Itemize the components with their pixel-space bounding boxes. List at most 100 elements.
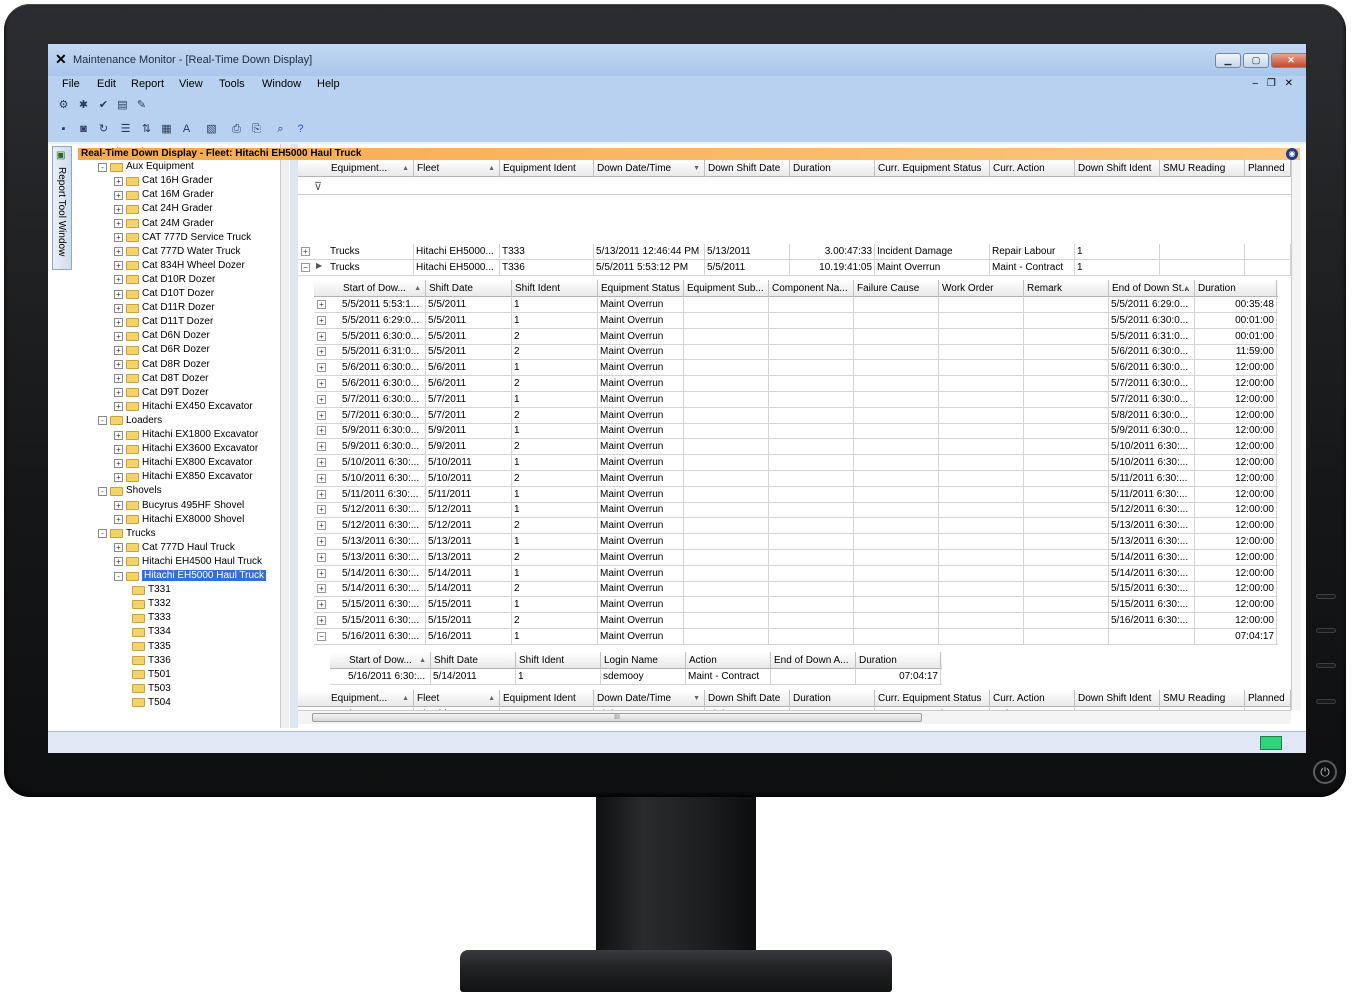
expander-icon[interactable]: + <box>114 360 123 369</box>
tree-node[interactable]: - Aux Equipment <box>98 160 194 174</box>
expander-icon[interactable]: - <box>98 529 107 539</box>
power-icon[interactable]: ⏻ <box>1313 760 1337 784</box>
tree-node[interactable]: + Cat 777D Haul Truck <box>114 541 235 555</box>
expand-row-icon[interactable]: − <box>317 631 326 641</box>
expand-row-icon[interactable]: + <box>317 537 326 546</box>
expander-icon[interactable]: + <box>114 303 123 313</box>
expander-icon[interactable]: - <box>98 486 107 496</box>
expander-icon[interactable]: + <box>114 345 123 355</box>
tree-node[interactable]: T332 <box>132 597 171 611</box>
column-header[interactable]: Down Shift Ident <box>1075 160 1160 177</box>
detail-row[interactable]: +5/13/2011 6:30:... 5/13/2011 1 Maint Overr… <box>314 534 1278 550</box>
column-header[interactable]: SMU Reading <box>1160 690 1245 707</box>
tree-node[interactable]: + Cat D6R Dozer <box>114 343 210 357</box>
tree-node[interactable]: + Cat D11R Dozer <box>114 301 215 315</box>
tree-node[interactable]: + Hitachi EX8000 Shovel <box>114 513 244 527</box>
detail-row[interactable]: +5/5/2011 6:31:0... 5/5/2011 2 Maint Overru… <box>314 344 1278 361</box>
expander-icon[interactable]: - <box>98 416 107 426</box>
column-header[interactable]: Duration <box>856 652 941 669</box>
detail-row[interactable]: +5/11/2011 6:30:... 5/11/2011 1 Maint Overr… <box>314 486 1278 503</box>
expand-row-icon[interactable]: + <box>317 568 326 578</box>
close-button[interactable]: ✕ <box>1271 53 1306 68</box>
expander-icon[interactable]: - <box>98 162 107 172</box>
detail-row[interactable]: +5/10/2011 6:30:... 5/10/2011 2 Maint Overr… <box>314 470 1278 487</box>
expander-icon[interactable]: + <box>114 190 123 200</box>
scroll-thumb[interactable]: III <box>312 713 922 722</box>
expand-row-icon[interactable]: + <box>301 247 310 256</box>
detail-row[interactable]: +5/7/2011 6:30:0... 5/7/2011 1 Maint Overru… <box>314 391 1278 408</box>
column-header[interactable]: Component Na... <box>769 280 854 297</box>
filter-row[interactable]: ⊽ <box>298 178 1291 195</box>
tree-node[interactable]: T504 <box>132 696 171 710</box>
column-header[interactable]: Down Shift Date <box>705 690 790 707</box>
column-header[interactable]: Duration <box>790 690 875 707</box>
column-header[interactable]: Equipment... ▲ <box>328 690 414 707</box>
tree-node[interactable]: T335 <box>132 640 171 654</box>
column-header[interactable]: Shift Date <box>431 652 516 669</box>
report-tool-window-tab[interactable]: ▣ Report Tool Window <box>52 146 72 270</box>
print-preview-icon[interactable]: ⎙ <box>229 122 244 137</box>
detail-row[interactable]: +5/9/2011 6:30:0... 5/9/2011 2 Maint Overru… <box>314 439 1278 456</box>
tree-node[interactable]: + Cat D11T Dozer <box>114 315 213 329</box>
expander-icon[interactable]: + <box>114 557 123 567</box>
expand-row-icon[interactable]: + <box>317 521 326 531</box>
expander-icon[interactable]: + <box>114 430 123 440</box>
detail-row[interactable]: +5/7/2011 6:30:0... 5/7/2011 2 Maint Overru… <box>314 407 1278 424</box>
expander-icon[interactable]: + <box>114 374 123 384</box>
expander-icon[interactable]: + <box>114 458 123 468</box>
expand-row-icon[interactable]: + <box>317 489 326 499</box>
mdi-child-controls[interactable]: ‒ ❐ ✕ <box>1253 78 1296 89</box>
tree-node[interactable]: T331 <box>132 583 171 597</box>
column-header[interactable]: Curr. Action <box>990 160 1075 177</box>
expand-row-icon[interactable]: + <box>317 584 326 594</box>
tree-node[interactable]: + Hitachi EX450 Excavator <box>114 400 253 414</box>
detail-row[interactable]: +5/15/2011 6:30:... 5/15/2011 1 Maint Overr… <box>314 597 1278 614</box>
column-header[interactable]: Start of Dow... ▲ <box>340 280 426 297</box>
minimize-button[interactable]: ▁ <box>1215 53 1241 68</box>
expander-icon[interactable]: + <box>114 543 123 553</box>
column-header[interactable]: Planned <box>1245 690 1291 707</box>
column-header[interactable]: End of Down A... <box>771 652 856 669</box>
tree-node[interactable]: T334 <box>132 625 171 639</box>
save-icon[interactable]: ▪ <box>56 122 71 137</box>
tree-node[interactable]: + Hitachi EH4500 Haul Truck <box>114 555 262 569</box>
expander-icon[interactable]: + <box>114 219 123 228</box>
tree-node[interactable]: + Cat D8T Dozer <box>114 372 209 386</box>
column-header[interactable]: Down Date/Time ▼ <box>594 690 705 707</box>
audit-row[interactable]: 5/16/2011 6:30:... 5/14/2011 1 sdemooy Maint… <box>330 669 942 685</box>
column-header[interactable]: Shift Date <box>426 280 512 297</box>
column-header[interactable]: Start of Dow... ▲ <box>346 652 431 669</box>
tree-node[interactable]: + Cat D10R Dozer <box>114 273 215 287</box>
expander-icon[interactable]: + <box>114 515 123 525</box>
grid-vertical-scrollbar[interactable] <box>1291 160 1301 710</box>
layout-icon[interactable]: ▧ <box>204 122 219 137</box>
expand-row-icon[interactable]: + <box>317 616 326 625</box>
tree-node[interactable]: + Cat 16H Grader <box>114 174 213 188</box>
maximize-button[interactable]: ▢ <box>1243 53 1269 68</box>
expander-icon[interactable]: + <box>114 233 123 243</box>
menu-report[interactable]: Report <box>131 78 164 90</box>
column-header[interactable]: Equipment Sub... <box>684 280 769 297</box>
column-header[interactable]: Fleet ▲ <box>414 690 500 707</box>
expander-icon[interactable]: + <box>114 261 123 271</box>
tree-node[interactable]: T503 <box>132 682 171 696</box>
tree-node[interactable]: + Hitachi EX1800 Excavator <box>114 428 258 442</box>
report-chart-icon[interactable]: ▤ <box>115 98 130 113</box>
expand-row-icon[interactable]: + <box>317 442 326 452</box>
tree-node[interactable]: + Cat D6N Dozer <box>114 329 210 343</box>
tree-node[interactable]: + Hitachi EX800 Excavator <box>114 456 253 470</box>
tree-node[interactable]: + Cat D9T Dozer <box>114 386 209 400</box>
expand-row-icon[interactable]: + <box>317 347 326 357</box>
tree-node[interactable]: T501 <box>132 668 171 682</box>
menu-help[interactable]: Help <box>317 78 340 90</box>
column-header[interactable]: SMU Reading <box>1160 160 1245 177</box>
column-header[interactable]: Down Date/Time ▼ <box>594 160 705 177</box>
monitor-side-button[interactable] <box>1316 594 1336 599</box>
column-header[interactable]: Shift Ident <box>512 280 598 297</box>
expand-row-icon[interactable]: + <box>317 331 326 341</box>
open-icon[interactable]: ◙ <box>76 122 91 137</box>
detail-row[interactable]: +5/5/2011 5:53:1... 5/5/2011 1 Maint Overru… <box>314 297 1278 313</box>
detail-row[interactable]: +5/12/2011 6:30:... 5/12/2011 1 Maint Overr… <box>314 502 1278 519</box>
column-header[interactable]: Down Shift Ident <box>1075 690 1160 707</box>
expand-row-icon[interactable]: + <box>317 600 326 610</box>
